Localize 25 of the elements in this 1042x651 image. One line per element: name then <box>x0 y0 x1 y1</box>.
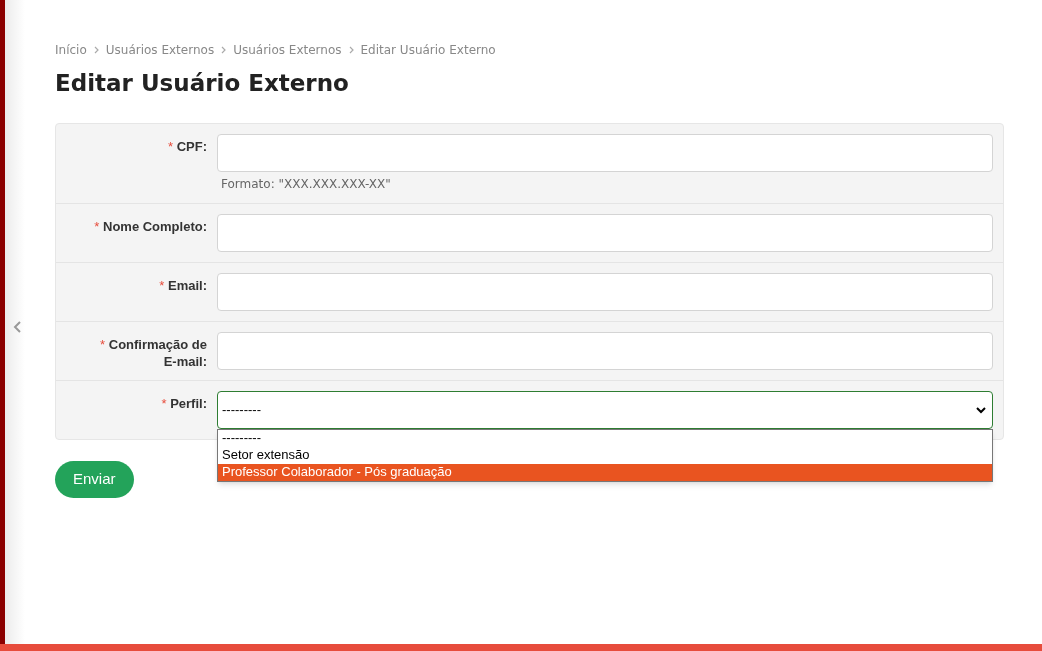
chevron-left-icon[interactable] <box>13 321 22 333</box>
field-label: * Nome Completo: <box>94 219 207 234</box>
dropdown-option[interactable]: Professor Colaborador - Pós graduação <box>218 464 992 481</box>
dropdown-option[interactable]: Setor extensão <box>218 447 992 464</box>
field-label: * CPF: <box>167 139 207 154</box>
text-field[interactable] <box>217 332 993 370</box>
text-field[interactable] <box>217 273 993 311</box>
page-title: Editar Usuário Externo <box>55 69 350 98</box>
breadcrumb-link[interactable]: Usuários Externos <box>105 41 215 59</box>
breadcrumb-link[interactable]: Início <box>55 41 87 59</box>
breadcrumb-link[interactable]: Usuários Externos <box>233 41 342 59</box>
select-field[interactable]: --------- <box>217 391 993 429</box>
field-label: * Email: <box>159 278 207 293</box>
text-field[interactable] <box>217 214 993 252</box>
chevron-right-icon <box>93 46 99 54</box>
chevron-right-icon <box>221 46 227 54</box>
submit-button[interactable]: Enviar <box>55 461 134 498</box>
text-field[interactable] <box>217 134 993 172</box>
chevron-right-icon <box>348 46 354 54</box>
breadcrumb-current: Editar Usuário Externo <box>360 42 496 59</box>
field-label: * Perfil: <box>161 396 207 411</box>
help-text: Formato: "XXX.XXX.XXX-XX" <box>220 176 392 193</box>
dropdown-option[interactable]: --------- <box>218 430 992 447</box>
field-label: * Confirmação de E-mail: <box>100 337 207 369</box>
caret-icon <box>976 406 986 414</box>
